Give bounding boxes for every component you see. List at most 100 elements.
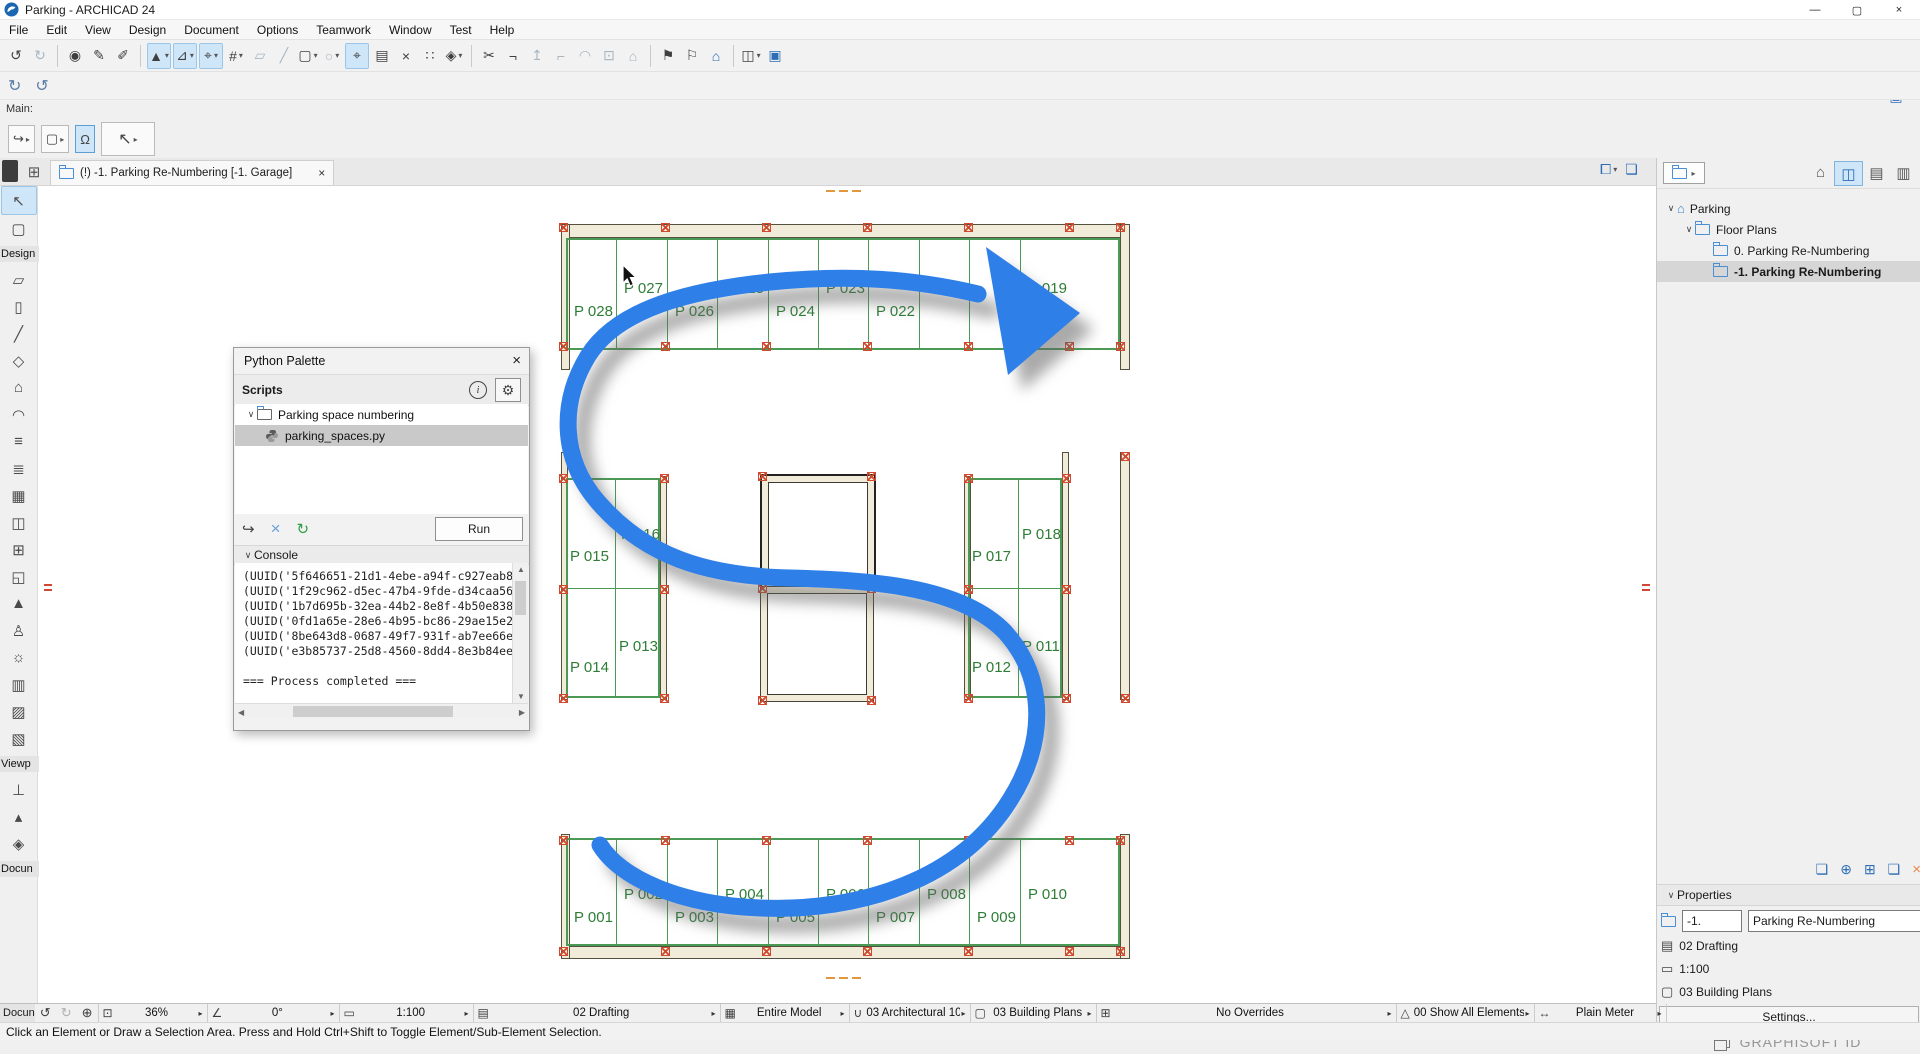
- chevron-down-icon[interactable]: ∨: [1683, 224, 1695, 235]
- console-horizontal-scrollbar[interactable]: ◀ ▶: [235, 703, 528, 719]
- fill-icon[interactable]: ◈▾: [443, 44, 465, 68]
- project-chooser-button[interactable]: ▸: [1663, 162, 1705, 184]
- scroll-up-icon[interactable]: ▲: [517, 565, 525, 574]
- scrollbar-thumb[interactable]: [293, 706, 453, 717]
- magnet-tool[interactable]: Ω: [75, 125, 95, 153]
- chevron-down-icon[interactable]: ▾: [335, 51, 339, 60]
- dimension-icon[interactable]: ▤: [371, 44, 393, 68]
- resize-icon[interactable]: ⊡: [598, 44, 620, 68]
- stretch-icon[interactable]: ×: [395, 44, 417, 68]
- properties-header[interactable]: ∨ Properties: [1657, 884, 1920, 906]
- object-tool[interactable]: ♙: [2, 617, 36, 644]
- zone-tool[interactable]: ▨: [2, 698, 36, 725]
- chevron-down-icon[interactable]: ▾: [239, 51, 243, 60]
- survey-point-icon[interactable]: ⌖: [345, 43, 369, 69]
- pick-pen-icon[interactable]: ✐: [112, 44, 134, 68]
- quick-option-orientation[interactable]: ∠0°▸: [208, 1004, 340, 1023]
- arrow-cursor-tool[interactable]: ↖▸: [101, 122, 155, 156]
- chevron-down-icon[interactable]: ▾: [314, 51, 318, 60]
- camera-tool[interactable]: ◈: [2, 830, 36, 857]
- palette-close-icon[interactable]: ×: [512, 352, 521, 369]
- raise-icon[interactable]: ↥: [526, 44, 548, 68]
- zoom-in-icon[interactable]: ⊕: [82, 1005, 93, 1021]
- close-panel-icon[interactable]: ×: [1912, 861, 1920, 878]
- quick-option-graphic-overrides[interactable]: ⊞No Overrides▸: [1097, 1004, 1397, 1023]
- roof-tool[interactable]: ⌂: [2, 374, 36, 401]
- zoom-back-icon[interactable]: ↺: [40, 1005, 51, 1021]
- pet-palette-tool[interactable]: ↪▸: [8, 125, 35, 153]
- delete-script-icon[interactable]: ×: [271, 519, 281, 539]
- inject-parameters-icon[interactable]: ✎: [88, 44, 110, 68]
- hotlink-update-icon[interactable]: ↺: [35, 76, 48, 96]
- script-item-row[interactable]: parking_spaces.py: [235, 425, 528, 446]
- grid-snap-icon[interactable]: #▾: [225, 44, 247, 68]
- menu-test[interactable]: Test: [441, 21, 481, 39]
- maximize-button[interactable]: ▢: [1836, 0, 1878, 20]
- scroll-right-icon[interactable]: ▶: [519, 708, 525, 717]
- new-view-icon[interactable]: ⊕: [1840, 861, 1852, 878]
- menu-help[interactable]: Help: [481, 21, 524, 39]
- navigator-item--1-parking-re-numbering[interactable]: -1. Parking Re-Numbering: [1657, 261, 1920, 282]
- skylight-tool[interactable]: ◱: [2, 563, 36, 590]
- scroll-down-icon[interactable]: ▼: [517, 692, 525, 701]
- chevron-down-icon[interactable]: ▾: [757, 51, 761, 60]
- menu-teamwork[interactable]: Teamwork: [307, 21, 380, 39]
- save-view-icon[interactable]: ▣: [764, 44, 786, 68]
- menu-design[interactable]: Design: [120, 21, 175, 39]
- quick-option-renovation-filter[interactable]: △00 Show All Elements▸: [1397, 1004, 1535, 1023]
- new-folder-icon[interactable]: ⊞: [1864, 861, 1876, 878]
- elevation-marker-tool[interactable]: ▴: [2, 803, 36, 830]
- roof-icon[interactable]: ⌂: [622, 44, 644, 68]
- info-icon[interactable]: i: [469, 381, 487, 399]
- active-tab[interactable]: (!) -1. Parking Re-Numbering [-1. Garage…: [50, 160, 334, 185]
- chevron-down-icon[interactable]: ▾: [165, 51, 169, 60]
- chevron-down-icon[interactable]: ▾: [190, 51, 194, 60]
- equipment-tool[interactable]: ▥: [2, 671, 36, 698]
- window-tool[interactable]: ⊞: [2, 536, 36, 563]
- menu-document[interactable]: Document: [175, 21, 248, 39]
- slab-tool[interactable]: ◇: [2, 347, 36, 374]
- menu-view[interactable]: View: [76, 21, 120, 39]
- run-button[interactable]: Run: [435, 517, 523, 541]
- mesh-tool[interactable]: ▧: [2, 725, 36, 752]
- door-tool[interactable]: ◫: [2, 509, 36, 536]
- viewpoint-name-field[interactable]: Parking Re-Numbering: [1748, 910, 1920, 932]
- flag-list-icon[interactable]: ⚐: [681, 44, 703, 68]
- group-icon[interactable]: ∷: [419, 44, 441, 68]
- navigator-item-0-parking-re-numbering[interactable]: 0. Parking Re-Numbering: [1657, 240, 1920, 261]
- column-tool[interactable]: ▯: [2, 293, 36, 320]
- gear-icon[interactable]: ⚙: [495, 378, 521, 402]
- viewpoint-id-field[interactable]: -1.: [1682, 910, 1742, 932]
- script-folder-row[interactable]: ∨ Parking space numbering: [235, 404, 528, 425]
- corner-icon[interactable]: ⌐: [550, 44, 572, 68]
- skew-grid-icon[interactable]: ▱: [249, 44, 271, 68]
- clone-settings-icon[interactable]: ❏: [1816, 861, 1829, 878]
- model-view-icon[interactable]: ⌂: [1807, 161, 1834, 184]
- arrow-tool[interactable]: ↖: [1, 186, 37, 215]
- close-button[interactable]: ×: [1878, 0, 1920, 20]
- wall-tool[interactable]: ▱: [2, 266, 36, 293]
- guide-line-icon[interactable]: ╱: [273, 44, 295, 68]
- chevron-down-icon[interactable]: ▾: [214, 51, 218, 60]
- stair-tool[interactable]: ≡: [2, 428, 36, 455]
- pickup-parameters-icon[interactable]: ◉: [64, 44, 86, 68]
- console-output[interactable]: (UUID('5f646651-21d1-4ebe-a94f-c927eab8(…: [235, 563, 513, 709]
- beam-tool[interactable]: ╱: [2, 320, 36, 347]
- level-dimension-tool[interactable]: ⊥: [2, 776, 36, 803]
- menu-edit[interactable]: Edit: [37, 21, 76, 39]
- hotlink-icon[interactable]: ↻: [8, 76, 21, 96]
- quad-view-icon[interactable]: ⊞: [24, 163, 44, 181]
- python-palette-window[interactable]: Python Palette × Scripts i ⚙ ∨ Parking s…: [233, 347, 530, 731]
- property-row-scale[interactable]: ▭1:100: [1661, 961, 1709, 977]
- quick-option-pen-color[interactable]: ▢03 Building Plans▸: [971, 1004, 1097, 1023]
- quick-option-model-filter[interactable]: ▦Entire Model▸: [721, 1004, 850, 1023]
- zoom-forward-icon[interactable]: ↻: [61, 1005, 72, 1021]
- back-home-icon[interactable]: ⌂: [705, 44, 727, 68]
- undo-icon[interactable]: ↺: [5, 44, 27, 68]
- console-header[interactable]: ∨ Console: [234, 545, 529, 565]
- floor-plan-view-icon[interactable]: ◫: [1834, 161, 1863, 186]
- menu-options[interactable]: Options: [248, 21, 307, 39]
- split-icon[interactable]: ✂: [478, 44, 500, 68]
- chevron-down-icon[interactable]: ∨: [245, 409, 257, 420]
- navigator-item-floor-plans[interactable]: ∨Floor Plans: [1657, 219, 1920, 240]
